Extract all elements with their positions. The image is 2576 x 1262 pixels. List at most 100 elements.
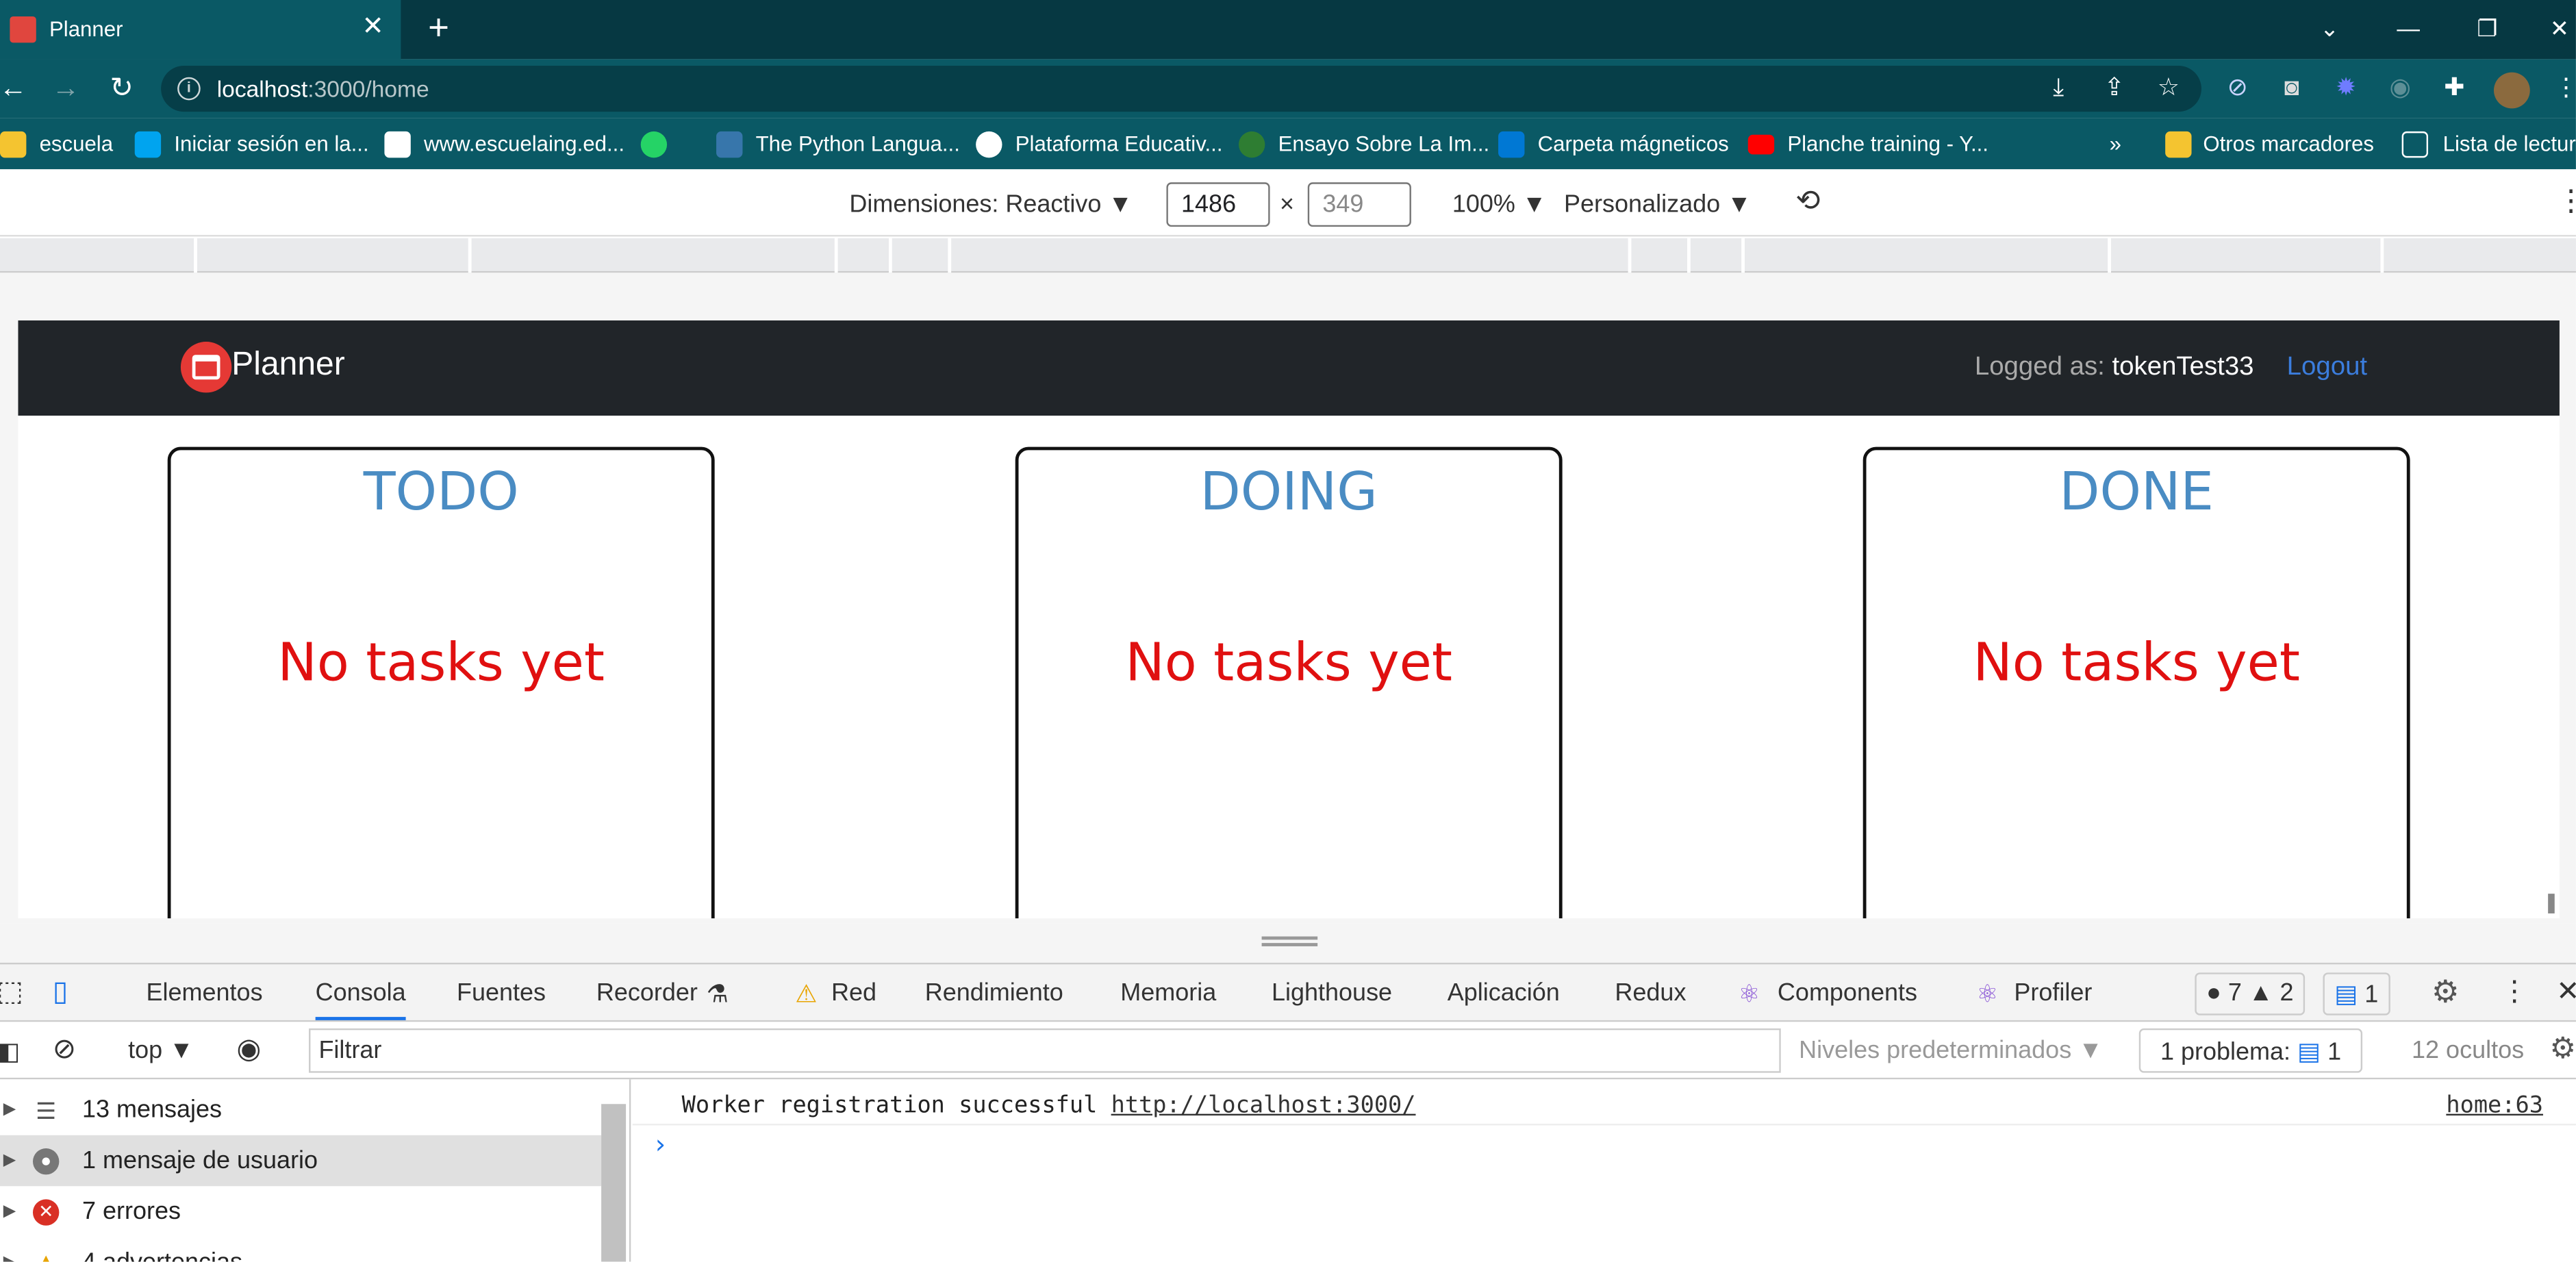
hidden-count: 12 ocultos — [2412, 1036, 2525, 1065]
console-prompt-icon[interactable]: › — [652, 1128, 668, 1160]
back-icon[interactable]: ← — [0, 73, 29, 105]
filter-input[interactable]: Filtrar — [309, 1028, 1781, 1073]
tab-components[interactable]: Components — [1778, 979, 1917, 1007]
page-scrollbar[interactable] — [2548, 894, 2555, 913]
height-input[interactable]: 349 — [1307, 182, 1411, 227]
tab-fuentes[interactable]: Fuentes — [457, 979, 546, 1007]
console-output: Worker registration successful http://lo… — [632, 1079, 2576, 1262]
forward-icon[interactable]: → — [49, 73, 82, 105]
clear-console-icon[interactable]: ⊘ — [53, 1033, 76, 1066]
sidebar-item-label: 13 mensajes — [81, 1096, 223, 1124]
tab-redux[interactable]: Redux — [1615, 979, 1686, 1007]
profile-avatar[interactable] — [2493, 72, 2530, 109]
column-title: DOING — [1200, 459, 1378, 522]
resize-grip-icon[interactable] — [1261, 936, 1318, 946]
address-bar[interactable]: i localhost:3000/home — [161, 65, 2201, 112]
doing-column: DOING No tasks yet — [1015, 446, 1563, 919]
bookmark-star-icon[interactable]: ☆ — [2152, 73, 2185, 105]
sidebar-item-warnings[interactable]: ▶ ▲ 4 advertencias — [0, 1237, 601, 1262]
error-warning-counter[interactable]: ● 7 ▲ 2 — [2195, 972, 2306, 1015]
bookmark-planche[interactable]: Planche training - Y... — [1787, 130, 1988, 160]
minimize-icon[interactable]: — — [2388, 10, 2428, 46]
calendar-logo-icon[interactable] — [180, 342, 232, 393]
sidebar-item-user-messages[interactable]: ▶ ● 1 mensaje de usuario — [0, 1135, 602, 1187]
bookmark-escuela[interactable]: escuela — [40, 130, 114, 160]
settings-gear-icon[interactable]: ⚙ — [2432, 974, 2460, 1012]
issues-button[interactable]: 1 problema: ▤ 1 — [2138, 1028, 2363, 1073]
throttle-dropdown[interactable]: Personalizado ▼ — [1564, 190, 1752, 218]
tab-close-icon[interactable]: ✕ — [358, 13, 388, 42]
bookmark-carpeta[interactable]: Carpeta mágneticos — [1538, 130, 1729, 160]
tab-memoria[interactable]: Memoria — [1120, 979, 1216, 1007]
bookmark-plataforma[interactable]: Plataforma Educativ... — [1015, 130, 1223, 160]
context-selector[interactable]: top ▼ — [128, 1037, 194, 1065]
width-input[interactable]: 1486 — [1166, 182, 1270, 227]
tab-search-icon[interactable]: ⌄ — [2310, 10, 2349, 46]
logout-link[interactable]: Logout — [2287, 353, 2367, 383]
dimensions-dropdown[interactable]: Dimensiones: Reactivo ▼ — [849, 190, 1133, 218]
zoom-dropdown[interactable]: 100% ▼ — [1452, 190, 1547, 218]
expand-arrow-icon[interactable]: ▶ — [3, 1186, 16, 1237]
devtools-menu-icon[interactable]: ⋮ — [2501, 976, 2529, 1009]
install-app-icon[interactable]: ⤓ — [2042, 73, 2075, 105]
close-window-icon[interactable]: ✕ — [2540, 10, 2576, 46]
expand-arrow-icon[interactable]: ▶ — [3, 1135, 16, 1186]
site-info-icon[interactable]: i — [177, 77, 201, 101]
warning-icon: ⚠ — [795, 981, 818, 1009]
tab-aplicacion[interactable]: Aplicación — [1448, 979, 1560, 1007]
bookmark-ensayo[interactable]: Ensayo Sobre La Im... — [1278, 130, 1490, 160]
tab-lighthouse[interactable]: Lighthouse — [1272, 979, 1392, 1007]
tab-recorder[interactable]: Recorder — [596, 979, 698, 1007]
tab-red[interactable]: Red — [831, 979, 876, 1007]
browser-tab[interactable]: Planner ✕ — [0, 0, 401, 60]
share-icon[interactable]: ⇪ — [2098, 73, 2131, 105]
restore-icon[interactable]: ❐ — [2468, 10, 2508, 46]
issue-icon: ▤ — [2297, 1038, 2321, 1067]
bookmarks-overflow-chevron[interactable]: » — [2110, 130, 2121, 160]
extension-eye-icon[interactable]: ◉ — [2384, 73, 2416, 105]
tab-profiler[interactable]: Profiler — [2014, 979, 2092, 1007]
extension-camera-icon[interactable]: ◙ — [2275, 73, 2308, 105]
sidebar-scrollbar[interactable] — [601, 1104, 627, 1262]
bookmark-python[interactable]: The Python Langua... — [756, 130, 960, 160]
menu-kebab-icon[interactable]: ⋮ — [2550, 73, 2576, 105]
outlook-icon — [1498, 131, 1525, 158]
expand-arrow-icon[interactable]: ▶ — [3, 1237, 16, 1262]
bookmark-reading-list[interactable]: Lista de lectura — [2443, 130, 2576, 160]
inspect-element-icon[interactable]: ⬚ — [0, 976, 23, 1009]
youtube-icon — [1747, 134, 1775, 155]
reload-icon[interactable]: ↻ — [105, 73, 138, 105]
sidebar-item-messages[interactable]: ▶ ☰ 13 mensajes — [0, 1084, 601, 1135]
new-tab-button[interactable]: + — [420, 9, 457, 46]
expand-arrow-icon[interactable]: ▶ — [3, 1084, 16, 1135]
log-link[interactable]: http://localhost:3000/ — [1111, 1092, 1416, 1118]
sidebar-toggle-icon[interactable]: ◧ — [0, 1037, 20, 1066]
bookmark-escuelaing[interactable]: www.escuelaing.ed... — [424, 130, 624, 160]
brand-name[interactable]: Planner — [231, 346, 344, 384]
media-query-ruler[interactable] — [0, 238, 2576, 273]
whatsapp-icon[interactable] — [640, 131, 668, 158]
bookmark-otros[interactable]: Otros marcadores — [2203, 130, 2374, 160]
rotate-icon[interactable]: ⟲ — [1795, 184, 1820, 218]
live-expression-eye-icon[interactable]: ◉ — [236, 1033, 261, 1066]
log-levels-label: Niveles predeterminados — [1799, 1036, 2072, 1065]
extension-gear-icon[interactable]: ✹ — [2329, 73, 2362, 105]
url-host: localhost — [216, 75, 308, 102]
log-source-link[interactable]: home:63 — [2446, 1092, 2543, 1118]
tab-consola[interactable]: Consola — [315, 979, 406, 1020]
close-devtools-icon[interactable]: ✕ — [2556, 976, 2576, 1009]
device-toggle-icon[interactable]: ▯ — [53, 976, 68, 1009]
warning-icon: ▲ — [33, 1250, 59, 1262]
console-settings-icon[interactable]: ⚙ — [2550, 1032, 2576, 1066]
warning-count: 2 — [2280, 979, 2294, 1007]
log-levels-dropdown[interactable]: Niveles predeterminados ▼ — [1799, 1037, 2103, 1065]
tab-rendimiento[interactable]: Rendimiento — [925, 979, 1063, 1007]
tab-elementos[interactable]: Elementos — [147, 979, 263, 1007]
bookmark-microsoft[interactable]: Iniciar sesión en la... — [174, 130, 368, 160]
device-menu-icon[interactable]: ⋮ — [2556, 184, 2576, 218]
extensions-puzzle-icon[interactable]: ✚ — [2438, 73, 2471, 105]
sidebar-item-errors[interactable]: ▶ ✕ 7 errores — [0, 1186, 601, 1237]
issues-counter[interactable]: ▤ 1 — [2323, 972, 2390, 1015]
extension-block-icon[interactable]: ⊘ — [2221, 73, 2254, 105]
sidebar-item-label: 1 mensaje de usuario — [81, 1146, 318, 1175]
